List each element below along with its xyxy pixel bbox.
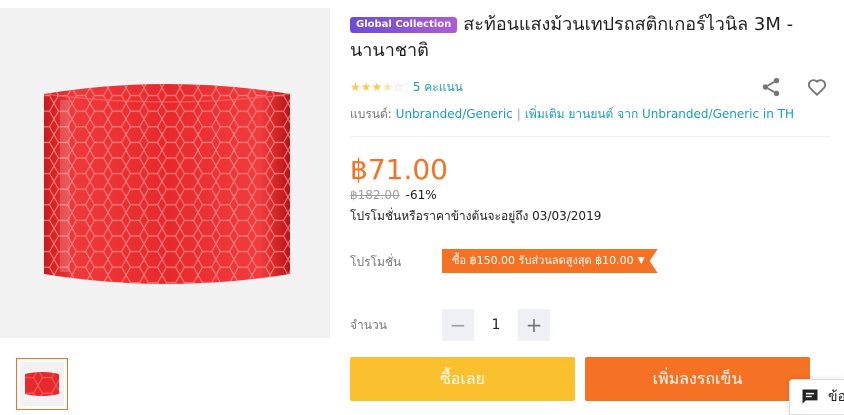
promotion-end-note: โปรโมชั่นหรือราคาข้างต้นจะอยู่ถึง 03/03/…: [350, 209, 602, 223]
chat-widget[interactable]: ข้อ: [789, 379, 844, 415]
thumbnail-tape-image: [20, 362, 64, 406]
brand-row: แบรนด์: Unbranded/Generic | เพิ่มเติม ยานย…: [350, 105, 794, 124]
global-collection-badge: Global Collection: [350, 17, 458, 33]
original-price: ฿182.00: [350, 188, 400, 202]
divider: [350, 136, 830, 137]
add-to-cart-button[interactable]: เพิ่มลงรถเข็น: [585, 357, 810, 401]
product-thumbnail[interactable]: [16, 358, 68, 410]
brand-label: แบรนด์:: [350, 107, 392, 121]
chat-icon: [802, 389, 818, 404]
promotion-label: โปรโมชั่น: [350, 255, 402, 269]
product-main-image[interactable]: [0, 8, 330, 338]
reflective-tape-roll-image: [43, 84, 291, 284]
filled-stars: ★★★: [350, 80, 383, 94]
share-icon[interactable]: [760, 76, 782, 98]
increase-quantity-button[interactable]: +: [518, 309, 550, 341]
empty-star: ☆: [393, 80, 404, 94]
half-star: ★: [382, 80, 394, 94]
brand-separator: |: [516, 107, 521, 121]
decrease-quantity-button[interactable]: −: [442, 309, 474, 341]
original-price-row: ฿182.00 -61%: [350, 187, 437, 203]
rating-stars: ★★★★☆: [350, 80, 404, 94]
product-info: Global Collection สะท้อนแสงม้วนเทปรถสติกเ…: [350, 0, 844, 415]
more-from-brand-link[interactable]: เพิ่มเติม ยานยนต์ จาก Unbranded/Generic …: [525, 107, 794, 121]
rating-count-link[interactable]: 5 คะแนน: [413, 78, 463, 97]
quantity-label: จำนวน: [350, 318, 387, 332]
voucher-dropdown[interactable]: ซื้อ ฿150.00 รับส่วนลดสูงสุด ฿10.00 ▼: [442, 249, 658, 273]
voucher-text: ซื้อ ฿150.00 รับส่วนลดสูงสุด ฿10.00: [452, 254, 634, 267]
buy-now-button[interactable]: ซื้อเลย: [350, 357, 575, 401]
discount-percent: -61%: [405, 188, 437, 202]
quantity-stepper: − 1 +: [442, 309, 550, 341]
chat-label: ข้อ: [828, 389, 844, 405]
product-page: Global Collection สะท้อนแสงม้วนเทปรถสติกเ…: [0, 0, 844, 415]
chevron-down-icon: ▼: [637, 256, 645, 266]
brand-link[interactable]: Unbranded/Generic: [396, 107, 513, 121]
product-title-row: Global Collection สะท้อนแสงม้วนเทปรถสติกเ…: [350, 12, 834, 64]
quantity-value[interactable]: 1: [474, 317, 518, 333]
rating-summary[interactable]: ★★★★☆ 5 คะแนน: [350, 78, 463, 96]
current-price: ฿71.00: [350, 153, 448, 186]
heart-icon[interactable]: [806, 76, 828, 98]
